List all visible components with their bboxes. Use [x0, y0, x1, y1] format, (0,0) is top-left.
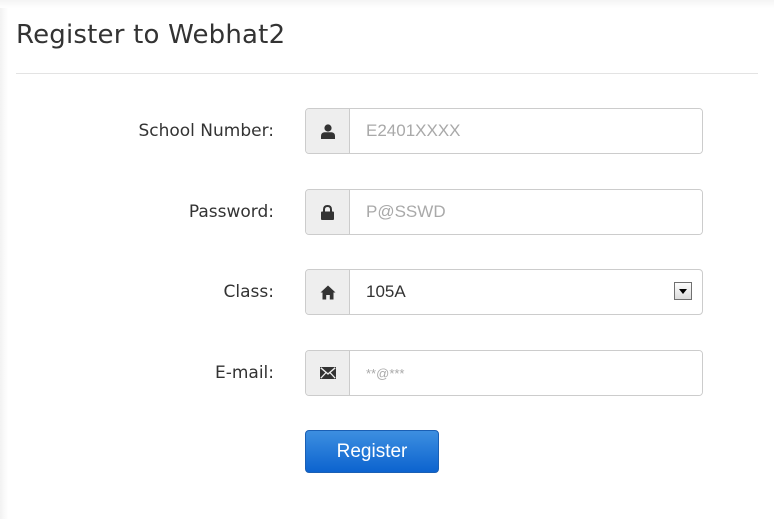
user-icon [306, 109, 350, 153]
password-row: Password: [0, 189, 774, 235]
title-divider [16, 73, 758, 74]
envelope-icon [306, 351, 350, 395]
school-number-label: School Number: [138, 121, 274, 141]
chevron-down-icon[interactable] [674, 282, 692, 300]
class-label: Class: [223, 282, 274, 302]
class-select[interactable]: 105A [350, 270, 702, 314]
form-title: Register to Webhat2 [16, 20, 286, 50]
email-input[interactable] [350, 351, 702, 395]
email-group [305, 350, 703, 396]
lock-icon [306, 190, 350, 234]
class-select-value: 105A [366, 282, 406, 301]
password-label: Password: [188, 202, 274, 222]
class-group: 105A [305, 269, 703, 315]
email-row: E-mail: [0, 350, 774, 396]
school-number-input[interactable] [350, 109, 702, 153]
register-button[interactable]: Register [305, 430, 439, 473]
page-edge-left [0, 0, 8, 519]
email-label: E-mail: [214, 363, 274, 383]
home-icon [306, 270, 350, 314]
password-group [305, 189, 703, 235]
page-edge-top [0, 0, 774, 8]
school-number-row: School Number: [0, 108, 774, 154]
class-row: Class: 105A [0, 269, 774, 315]
password-input[interactable] [350, 190, 702, 234]
school-number-group [305, 108, 703, 154]
